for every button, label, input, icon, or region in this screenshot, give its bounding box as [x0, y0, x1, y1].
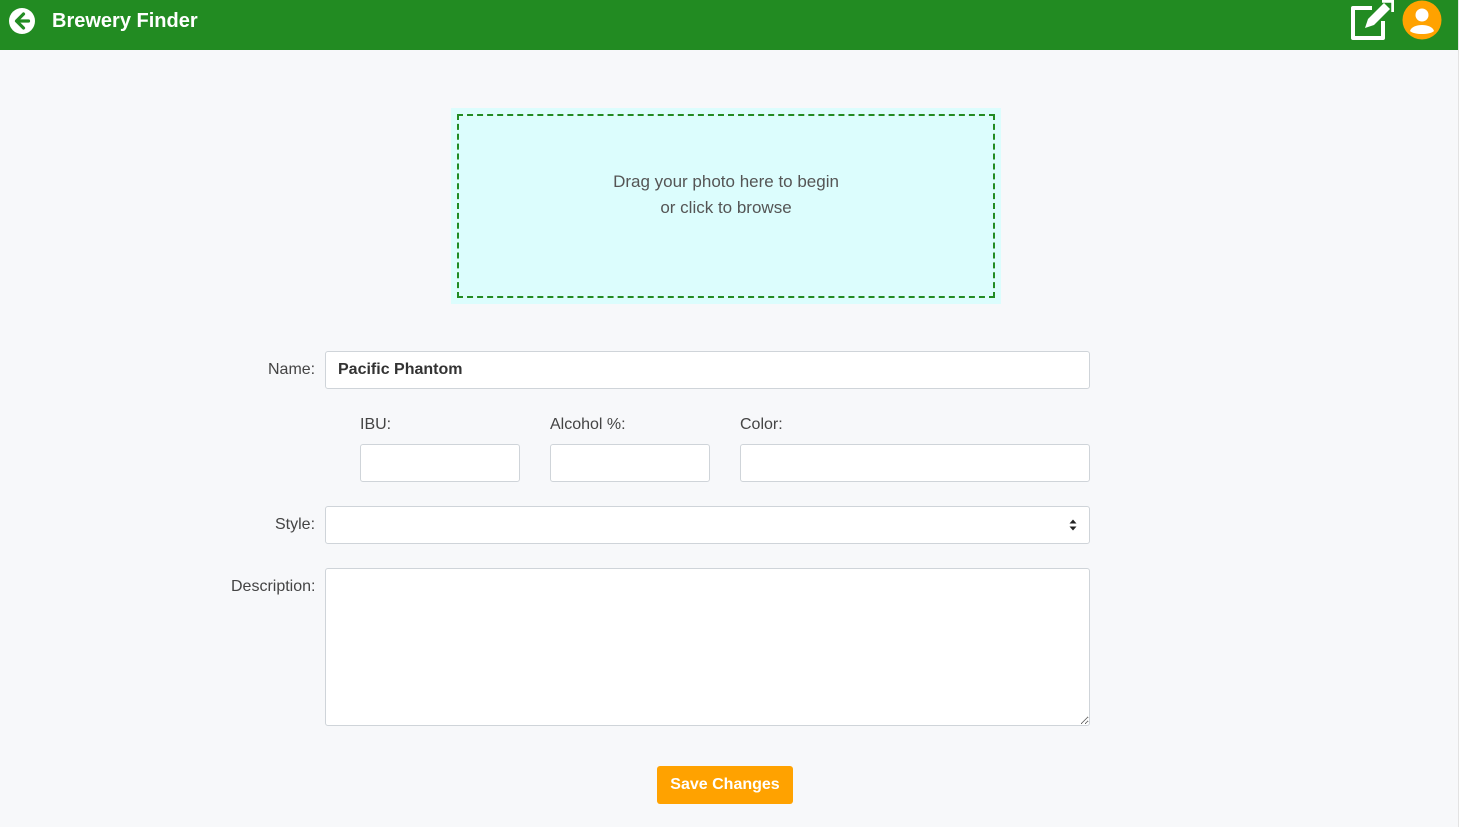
color-input[interactable] [740, 444, 1090, 482]
select-updown-icon [1069, 519, 1077, 531]
photo-dropzone[interactable]: Drag your photo here to begin or click t… [451, 108, 1001, 304]
top-nav-bar: Brewery Finder [0, 0, 1458, 50]
dropzone-browse-hint: or click to browse [660, 198, 792, 217]
dropzone-instruction: Drag your photo here to begin [613, 172, 839, 191]
page-edge-divider [1458, 0, 1463, 827]
edit-icon[interactable] [1348, 0, 1394, 42]
name-label: Name: [268, 361, 316, 378]
back-arrow-icon[interactable] [8, 7, 36, 35]
color-label: Color: [740, 416, 783, 433]
name-input[interactable] [325, 351, 1090, 389]
alcohol-label: Alcohol %: [550, 416, 626, 433]
description-textarea[interactable] [325, 568, 1090, 726]
app-title[interactable]: Brewery Finder [52, 9, 198, 33]
dropzone-dashed-area[interactable]: Drag your photo here to begin or click t… [457, 114, 995, 298]
save-changes-button[interactable]: Save Changes [657, 766, 793, 804]
user-account-icon[interactable] [1402, 0, 1442, 40]
description-label: Description: [231, 578, 316, 595]
style-select[interactable] [325, 506, 1090, 544]
ibu-label: IBU: [360, 416, 392, 433]
alcohol-input[interactable] [550, 444, 710, 482]
ibu-input[interactable] [360, 444, 520, 482]
style-label: Style: [275, 516, 316, 533]
